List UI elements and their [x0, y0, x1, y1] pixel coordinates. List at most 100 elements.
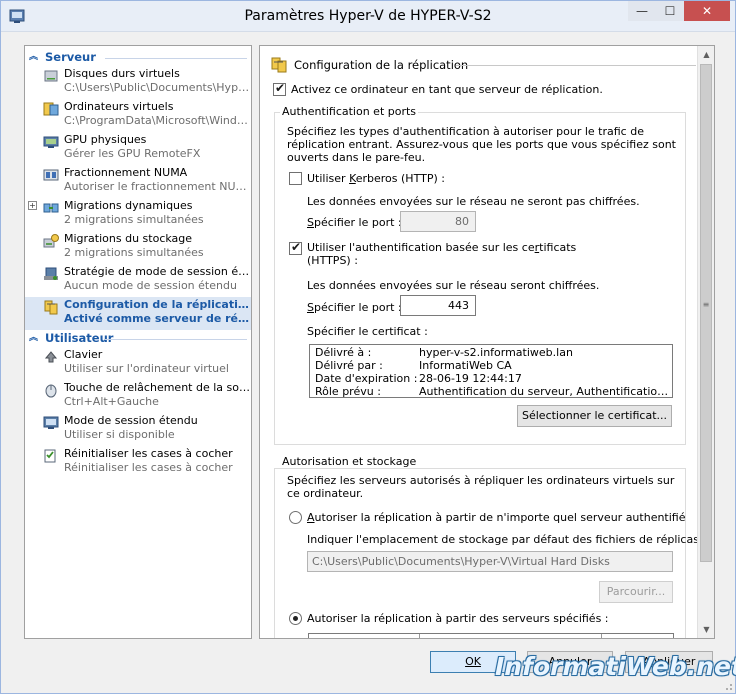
- column-divider: [419, 634, 420, 638]
- cert-key: Délivré par :: [315, 359, 383, 372]
- nav-item-keyboard[interactable]: Clavier Utiliser sur l'ordinateur virtue…: [25, 347, 251, 380]
- ok-label: OK: [465, 655, 481, 668]
- nav-category-server[interactable]: ︽ Serveur: [25, 49, 251, 66]
- cert-value: InformatiWeb CA: [419, 359, 512, 372]
- nav-item-title: Migrations du stockage: [64, 232, 193, 245]
- any-server-radio[interactable]: [289, 511, 302, 524]
- nav-item-virtual-machines[interactable]: Ordinateurs virtuels C:\ProgramData\Micr…: [25, 99, 251, 132]
- allowed-servers-table[interactable]: [308, 633, 674, 638]
- browse-button[interactable]: Parcourir...: [599, 581, 673, 603]
- enable-replica-server-checkbox[interactable]: [273, 81, 286, 96]
- cert-key: Rôle prévu :: [315, 385, 381, 398]
- certificate-port-label: Spécifier le port :: [307, 301, 402, 314]
- nav-item-title: Configuration de la réplication: [64, 298, 251, 311]
- close-button[interactable]: ✕: [684, 1, 730, 21]
- certificate-note: Les données envoyées sur le réseau seron…: [307, 279, 600, 292]
- section-title: Configuration de la réplication: [294, 58, 469, 72]
- nav-item-title: Mode de session étendu: [64, 414, 198, 427]
- storage-location-label: Indiquer l'emplacement de stockage par d…: [307, 533, 707, 546]
- replication-settings-pane: Configuration de la réplication Activez …: [259, 45, 715, 639]
- certificate-auth-checkbox[interactable]: [289, 240, 302, 255]
- nav-item-title: Réinitialiser les cases à cocher: [64, 447, 233, 460]
- scrollbar-thumb[interactable]: ≡: [700, 64, 712, 562]
- settings-window: Paramètres Hyper-V de HYPER-V-S2 — ☐ ✕ ︽…: [0, 0, 736, 694]
- resize-grip-icon[interactable]: [721, 679, 733, 691]
- minimize-button[interactable]: —: [628, 1, 656, 21]
- collapse-chevron-icon: ︽: [29, 333, 39, 343]
- specific-servers-label[interactable]: Autoriser la réplication à partir des se…: [307, 612, 609, 625]
- vertical-scrollbar[interactable]: ▲ ≡ ▼: [697, 46, 714, 638]
- nav-item-subtitle: Utiliser si disponible: [64, 428, 175, 441]
- collapse-chevron-icon: ︽: [29, 52, 39, 62]
- authorization-storage-group-label: Autorisation et stockage: [280, 455, 419, 468]
- nav-category-user[interactable]: ︽ Utilisateur: [25, 330, 251, 347]
- nav-item-physical-gpus[interactable]: GPU physiques Gérer les GPU RemoteFX: [25, 132, 251, 165]
- nav-item-title: Fractionnement NUMA: [64, 166, 188, 179]
- scroll-up-icon[interactable]: ▲: [698, 46, 714, 63]
- nav-item-storage-migrations[interactable]: Migrations du stockage 2 migrations simu…: [25, 231, 251, 264]
- replication-icon: [44, 300, 58, 315]
- certificate-auth-label-line1[interactable]: Utiliser l'authentification basée sur le…: [307, 241, 576, 254]
- nav-item-replication-configuration[interactable]: Configuration de la réplication Activé c…: [25, 297, 251, 330]
- title-bar[interactable]: Paramètres Hyper-V de HYPER-V-S2 — ☐ ✕: [1, 1, 735, 32]
- nav-item-subtitle: Gérer les GPU RemoteFX: [64, 147, 201, 160]
- reset-checkboxes-icon: [44, 449, 56, 463]
- nav-item-subtitle: 2 migrations simultanées: [64, 213, 204, 226]
- cert-row-intended-purpose: Rôle prévu : Authentification du serveur…: [315, 385, 672, 398]
- nav-item-live-migrations[interactable]: + Migrations dynamiques 2 migrations sim…: [25, 198, 251, 231]
- certificate-details: Délivré à : hyper-v-s2.informatiweb.lan …: [309, 344, 673, 398]
- auth-ports-group-label: Authentification et ports: [280, 105, 419, 118]
- nav-item-subtitle: Aucun mode de session étendu: [64, 279, 237, 292]
- kerberos-label[interactable]: Utiliser Kerberos (HTTP) :: [307, 172, 445, 185]
- window-title: Paramètres Hyper-V de HYPER-V-S2: [244, 8, 492, 24]
- watermark-text: InformatiWeb.net: [495, 652, 736, 681]
- nav-item-title: Ordinateurs virtuels: [64, 100, 174, 113]
- auth-description: Spécifiez les types d'authentification à…: [287, 125, 676, 164]
- specific-servers-radio[interactable]: [289, 612, 302, 625]
- nav-item-subtitle: Réinitialiser les cases à cocher: [64, 461, 233, 474]
- column-divider: [601, 634, 602, 638]
- nav-item-numa-spanning[interactable]: Fractionnement NUMA Autoriser le fractio…: [25, 165, 251, 198]
- nav-item-mouse-release-key[interactable]: Touche de relâchement de la souris Ctrl+…: [25, 380, 251, 413]
- nav-item-subtitle: C:\Users\Public\Documents\Hyper-...: [64, 81, 251, 94]
- mouse-release-icon: [45, 384, 57, 398]
- virtual-hard-disk-icon: [44, 70, 58, 82]
- kerberos-checkbox[interactable]: [289, 172, 302, 185]
- numa-icon: [43, 169, 59, 181]
- expand-icon[interactable]: +: [28, 201, 37, 210]
- select-certificate-button[interactable]: Sélectionner le certificat...: [517, 405, 672, 427]
- cert-value: 28-06-19 12:44:17: [419, 372, 522, 385]
- keyboard-icon: [44, 351, 58, 363]
- cert-value: hyper-v-s2.informatiweb.lan: [419, 346, 573, 359]
- certificate-auth-label-line2[interactable]: (HTTPS) :: [307, 254, 358, 267]
- live-migration-icon: [43, 203, 59, 213]
- gpu-icon: [43, 136, 59, 148]
- category-label: Serveur: [45, 50, 96, 64]
- cert-row-issued-by: Délivré par : InformatiWeb CA: [315, 359, 672, 372]
- nav-item-title: Stratégie de mode de session étendu: [64, 265, 251, 278]
- maximize-button[interactable]: ☐: [656, 1, 684, 21]
- nav-item-title: Clavier: [64, 348, 103, 361]
- storage-migration-icon: [43, 234, 59, 248]
- certificate-port-input[interactable]: 443: [400, 295, 476, 316]
- nav-item-reset-checkboxes[interactable]: Réinitialiser les cases à cocher Réiniti…: [25, 446, 251, 479]
- nav-item-session-policy[interactable]: Stratégie de mode de session étendu Aucu…: [25, 264, 251, 297]
- scroll-down-icon[interactable]: ▼: [698, 621, 714, 638]
- enable-replica-server-label[interactable]: Activez ce ordinateur en tant que serveu…: [291, 83, 603, 96]
- cert-key: Délivré à :: [315, 346, 372, 359]
- section-header: Configuration de la réplication: [270, 56, 696, 74]
- kerberos-port-input[interactable]: 80: [400, 211, 476, 232]
- cert-row-expiration: Date d'expiration : 28-06-19 12:44:17: [315, 372, 672, 385]
- kerberos-port-label: Spécifier le port :: [307, 216, 402, 229]
- nav-item-subtitle: Utiliser sur l'ordinateur virtuel: [64, 362, 229, 375]
- nav-item-enhanced-session[interactable]: Mode de session étendu Utiliser si dispo…: [25, 413, 251, 446]
- nav-item-title: GPU physiques: [64, 133, 147, 146]
- nav-item-subtitle: Autoriser le fractionnement NUMA: [64, 180, 251, 193]
- enhanced-session-icon: [43, 416, 59, 429]
- nav-item-title: Touche de relâchement de la souris: [64, 381, 251, 394]
- storage-location-input[interactable]: C:\Users\Public\Documents\Hyper-V\Virtua…: [307, 551, 673, 572]
- virtual-machines-icon: [43, 102, 59, 116]
- certificate-label: Spécifier le certificat :: [307, 325, 428, 338]
- any-server-label[interactable]: Autoriser la réplication à partir de n'i…: [307, 511, 686, 524]
- nav-item-virtual-hard-disks[interactable]: Disques durs virtuels C:\Users\Public\Do…: [25, 66, 251, 99]
